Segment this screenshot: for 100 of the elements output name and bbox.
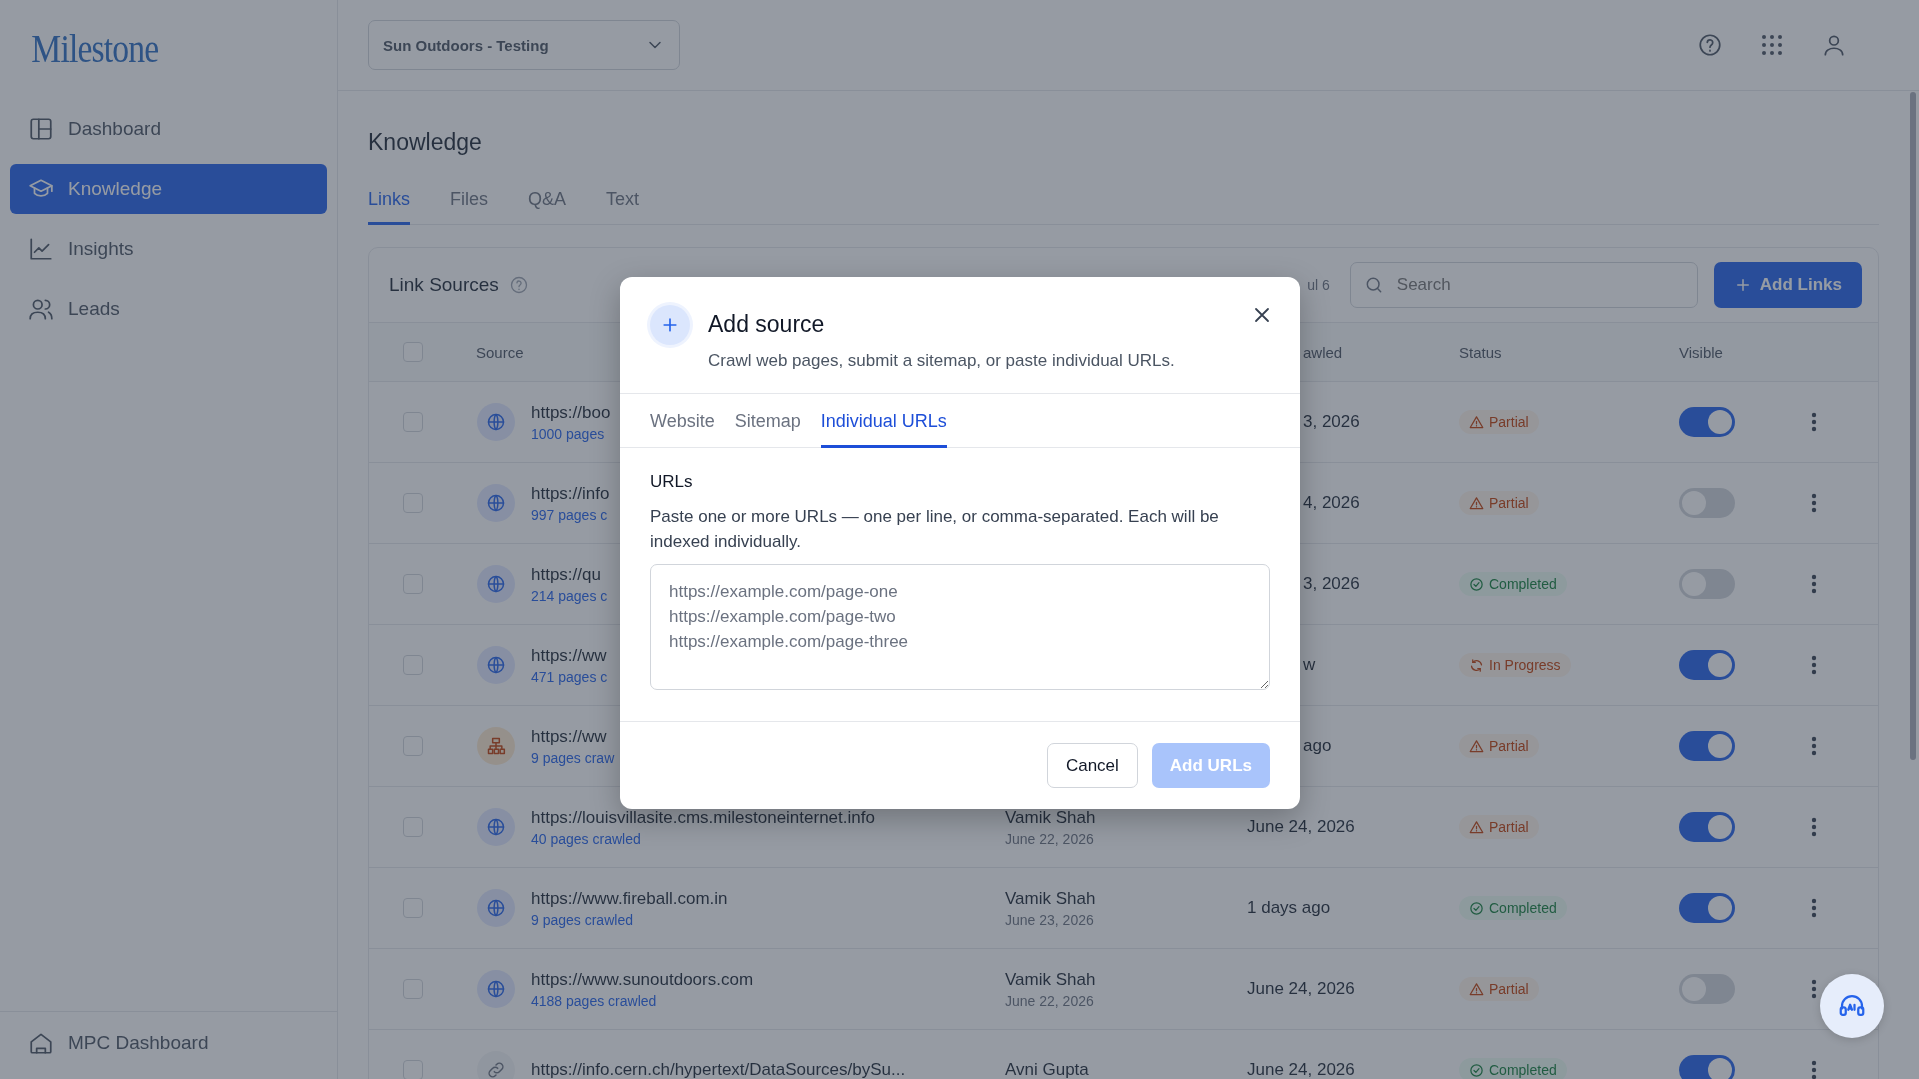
added-by: Avni Gupta [1005, 1060, 1090, 1079]
more-icon[interactable] [1811, 898, 1817, 918]
tab[interactable]: Website [650, 394, 715, 448]
nav-item[interactable]: Knowledge [10, 164, 327, 214]
pages-crawled: 9 pages craw [531, 749, 615, 766]
pages-crawled: 471 pages c [531, 668, 608, 685]
source-url[interactable]: https://www.fireball.com.in [531, 888, 728, 909]
more-icon[interactable] [1811, 574, 1817, 594]
pages-crawled: 40 pages crawled [531, 830, 642, 847]
search-field[interactable]: Search [1349, 262, 1698, 308]
warning-icon [1469, 738, 1484, 754]
warning-icon [1469, 495, 1484, 511]
help-text: Paste one or more URLs — one per line, or comma-separated. Each will be indexed individually. [650, 506, 1220, 553]
refresh-icon [1469, 657, 1484, 673]
tab[interactable]: Individual URLs [820, 394, 947, 448]
globe-icon [486, 412, 506, 432]
source-url[interactable]: https://ww [531, 726, 615, 747]
logo: Milestone [30, 24, 160, 73]
crawled-date: ago [1303, 736, 1333, 756]
card-title: Link Sources [389, 274, 499, 296]
status-badge: Completed [1459, 572, 1567, 596]
link-icon [486, 1060, 506, 1079]
urls-field[interactable]: https://example.com/page-one https://example.com/page-two https://example.com/page-three [650, 564, 1270, 690]
tab[interactable]: Q&A [528, 189, 567, 225]
crawled-date: 3, 2026 [1303, 412, 1361, 432]
status-badge: Completed [1459, 896, 1567, 920]
status-badge: In Progress [1459, 653, 1571, 677]
globe-icon [486, 898, 506, 918]
added-by: Vamik Shah [1005, 888, 1097, 909]
tab[interactable]: Links [368, 189, 411, 225]
visibility-toggle[interactable] [1679, 731, 1735, 761]
crawled-date: 1 days ago [1247, 898, 1332, 918]
more-icon[interactable] [1811, 493, 1817, 513]
crawled-date: w [1303, 655, 1317, 675]
tab[interactable]: Files [450, 189, 489, 225]
warning-icon [1469, 414, 1484, 430]
scrollbar[interactable] [1910, 92, 1916, 760]
pages-crawled: 4188 pages crawled [531, 992, 658, 1009]
status-badge: Partial [1459, 815, 1539, 839]
globe-icon [486, 979, 506, 999]
sitemap-icon [486, 736, 506, 756]
add-links-button[interactable]: Add Links [1713, 262, 1862, 308]
pages-crawled: 9 pages crawled [531, 911, 634, 928]
page-title: Knowledge [368, 129, 483, 156]
visibility-toggle[interactable] [1679, 893, 1735, 923]
nav-item[interactable]: Leads [10, 284, 327, 334]
source-url[interactable]: https://www.sunoutdoors.com [531, 969, 754, 990]
column-header: Status [1459, 343, 1503, 361]
line-chart-icon [28, 236, 54, 262]
more-icon[interactable] [1811, 817, 1817, 837]
status-badge: Partial [1459, 977, 1539, 1001]
globe-icon [486, 493, 506, 513]
pages-crawled: 214 pages c [531, 587, 608, 604]
warning-icon [1469, 981, 1484, 997]
more-icon[interactable] [1811, 412, 1817, 432]
cancel-button[interactable]: Cancel [1046, 743, 1138, 788]
added-date: June 23, 2026 [1005, 911, 1095, 928]
column-header: awled [1303, 343, 1344, 361]
status-badge: Partial [1459, 410, 1539, 434]
crawled-date: June 24, 2026 [1247, 1060, 1356, 1079]
nav-item[interactable]: Dashboard [10, 104, 327, 154]
apps-grid-icon[interactable] [1761, 34, 1783, 56]
check-circle-icon [1469, 900, 1484, 916]
column-header: Source [476, 343, 524, 361]
dialog-title: Add source [708, 311, 826, 338]
source-url[interactable]: https://ww [531, 645, 608, 666]
globe-icon [486, 574, 506, 594]
visibility-toggle[interactable] [1679, 407, 1735, 437]
filter-text: ul 6 [1307, 277, 1330, 293]
source-url[interactable]: https://boo [531, 402, 611, 423]
more-icon[interactable] [1811, 655, 1817, 675]
visibility-toggle[interactable] [1679, 650, 1735, 680]
more-icon[interactable] [1811, 1060, 1817, 1079]
tab[interactable]: Text [606, 189, 640, 225]
added-by: Vamik Shah [1005, 807, 1097, 828]
visibility-toggle[interactable] [1679, 1055, 1735, 1079]
status-badge: Partial [1459, 491, 1539, 515]
workspace-dropdown[interactable]: Sun Outdoors - Testing [368, 20, 680, 70]
ai-assistant-button[interactable] [1820, 974, 1884, 1038]
source-url[interactable]: https://info.cern.ch/hypertext/DataSources/bySu... [531, 1060, 906, 1079]
added-date: June 22, 2026 [1005, 992, 1095, 1009]
users-icon [28, 296, 54, 322]
more-icon[interactable] [1811, 979, 1817, 999]
globe-icon [486, 655, 506, 675]
warning-icon [1469, 819, 1484, 835]
visibility-toggle[interactable] [1679, 812, 1735, 842]
source-url[interactable]: https://info [531, 483, 610, 504]
source-url[interactable]: https://louisvillasite.cms.milestoneinternet.info [531, 807, 875, 828]
globe-icon [486, 817, 506, 837]
check-circle-icon [1469, 576, 1484, 592]
tab[interactable]: Sitemap [734, 394, 801, 448]
check-circle-icon [1469, 1062, 1484, 1078]
crawled-date: June 24, 2026 [1247, 979, 1356, 999]
source-url[interactable]: https://qu [531, 564, 608, 585]
nav-item[interactable]: MPC Dashboard [10, 1018, 327, 1068]
dialog-subtitle: Crawl web pages, submit a sitemap, or paste individual URLs. [708, 351, 1175, 371]
added-by: Vamik Shah [1005, 969, 1097, 990]
nav-item[interactable]: Insights [10, 224, 327, 274]
more-icon[interactable] [1811, 736, 1817, 756]
pages-crawled: 1000 pages [531, 425, 606, 442]
